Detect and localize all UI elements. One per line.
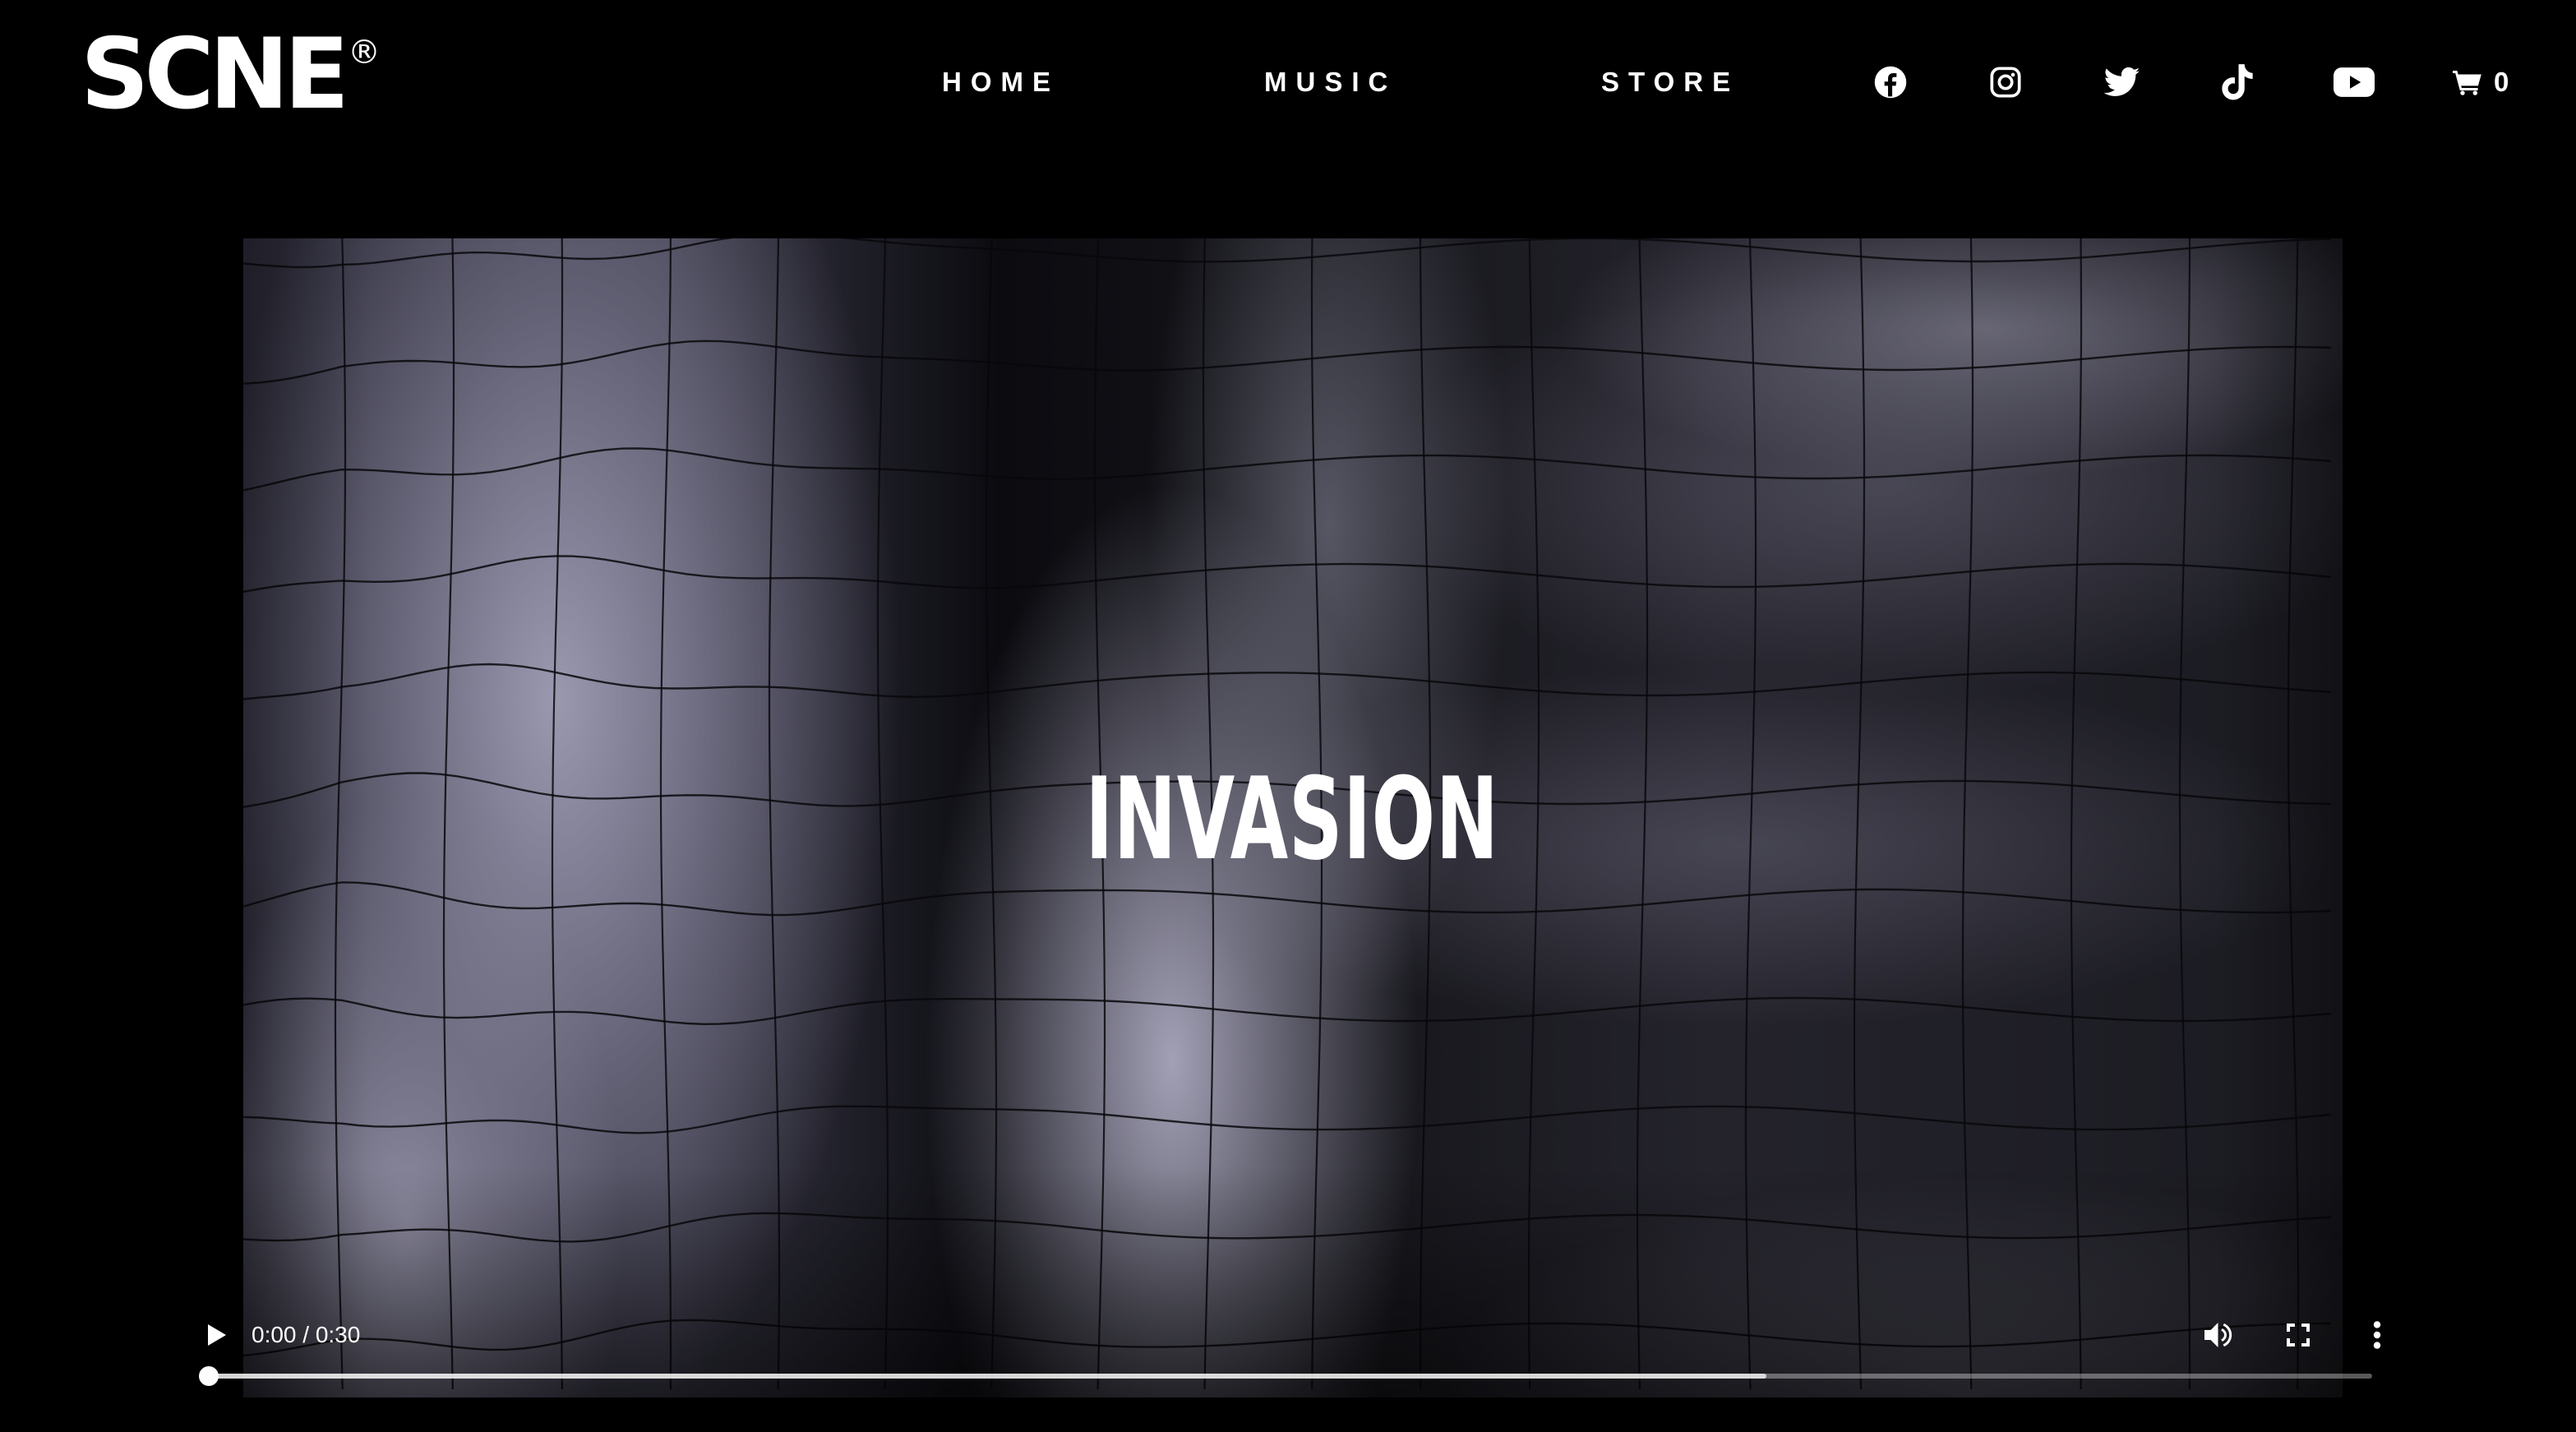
logo-text: SCNE xyxy=(81,17,349,132)
site-header: SCNE ® HOME MUSIC STORE 0 xyxy=(0,0,2576,164)
cart-link[interactable]: 0 xyxy=(2453,61,2510,104)
fullscreen-button[interactable] xyxy=(2278,1315,2318,1355)
video-player[interactable]: INVASION 0:00 / 0:30 xyxy=(184,238,2400,1397)
youtube-icon[interactable] xyxy=(2333,61,2375,104)
video-title: INVASION xyxy=(1085,753,1499,885)
progress-thumb[interactable] xyxy=(199,1366,219,1386)
nav-music-link[interactable]: MUSIC xyxy=(1264,64,1396,100)
site-logo[interactable]: SCNE ® xyxy=(81,17,381,132)
twitter-icon[interactable] xyxy=(2101,61,2144,104)
play-icon xyxy=(208,1324,226,1346)
time-display: 0:00 / 0:30 xyxy=(252,1322,361,1347)
cart-count: 0 xyxy=(2494,67,2511,97)
instagram-icon[interactable] xyxy=(1984,61,2027,104)
nav-store-link[interactable]: STORE xyxy=(1601,64,1739,100)
cart-icon xyxy=(2453,71,2481,95)
video-controls: 0:00 / 0:30 xyxy=(184,1299,2400,1397)
video-progress-bar[interactable] xyxy=(199,1366,2372,1386)
volume-button[interactable] xyxy=(2200,1315,2239,1355)
play-button[interactable] xyxy=(197,1315,237,1355)
more-options-icon xyxy=(2373,1321,2381,1349)
more-options-button[interactable] xyxy=(2357,1315,2397,1355)
facebook-icon[interactable] xyxy=(1869,61,1912,104)
progress-buffered xyxy=(209,1374,1767,1379)
registered-mark: ® xyxy=(348,34,381,72)
volume-icon xyxy=(2204,1323,2232,1347)
nav-home-link[interactable]: HOME xyxy=(942,64,1059,100)
fullscreen-icon xyxy=(2287,1323,2310,1347)
tiktok-icon[interactable] xyxy=(2216,61,2259,104)
